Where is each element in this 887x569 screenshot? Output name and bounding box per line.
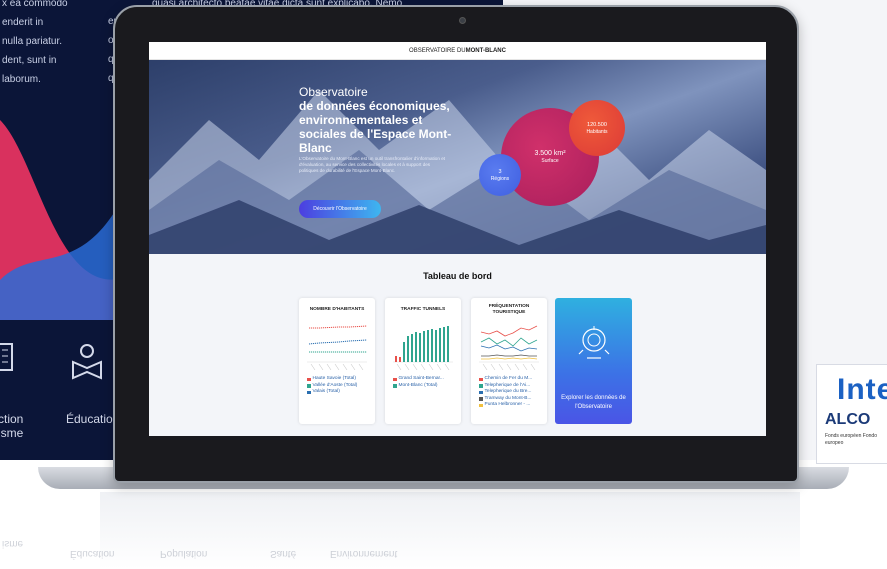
building-icon [0, 343, 13, 371]
stat-label: Habitants [586, 129, 608, 135]
data-search-icon [578, 326, 610, 359]
bg-line: nulla pariatur. [2, 36, 63, 47]
legend-label: Mont-Blanc (Total) [398, 382, 438, 388]
stat-bubble-habitants: 120.500 Habitants [569, 100, 625, 156]
hero-title-bold: de données économiques, environnementale… [299, 99, 452, 155]
card-frequentation[interactable]: FRÉQUENTATION TOURISTIQUE Chemin de Fer … [471, 298, 547, 424]
explore-data-label: Explorer les données de l'Observatoire [561, 395, 626, 410]
card-legend: Grand Saint-Bernar... Mont-Blanc (Total) [393, 376, 444, 389]
card-legend: Haute Savoie (Total) Vallée d'Aoste (Tot… [307, 376, 357, 396]
site-title-bold[interactable]: MONT-BLANC [466, 48, 506, 54]
explore-data-card[interactable]: Explorer les données de l'Observatoire [555, 298, 632, 424]
partner-logo: Inte ALCO Fonds européen Fondo europeo [816, 364, 887, 464]
card-title: TRAFFIC TUNNELS [400, 307, 446, 312]
reflection-label: isme [2, 538, 24, 549]
bg-label-action2: isme [0, 426, 24, 440]
reflection-label: Éducation [70, 548, 115, 559]
site-title-prefix[interactable]: OBSERVATOIRE DU [409, 48, 466, 54]
education-icon [72, 344, 102, 380]
stat-value: 3.500 km² [534, 150, 566, 157]
reflection-label: Environnement [330, 548, 398, 559]
reflection-label: Population [160, 548, 208, 559]
bg-line: laborum. [2, 74, 41, 85]
laptop-screen: OBSERVATOIRE DU MONT-BLANC Observatoire … [149, 42, 766, 436]
dashboard-section: Tableau de bord NOMBRE D'HABITANTS Haute… [149, 254, 766, 436]
hero-title: Observatoire de données économiques, env… [299, 85, 459, 156]
habitants-line-chart [307, 325, 368, 371]
traffic-bar-chart [393, 326, 453, 371]
stat-label: Surface [541, 158, 559, 164]
card-habitants[interactable]: NOMBRE D'HABITANTS Haute Savoie (Total) … [299, 298, 375, 424]
camera-icon [459, 17, 466, 24]
legend-item[interactable]: Valais (Total) [307, 389, 357, 396]
partner-logo-text: Inte [837, 373, 887, 406]
legend-item[interactable]: Punta Helbronner - ... [479, 402, 532, 409]
bg-line: dent, sunt in [2, 55, 57, 66]
discover-observatory-button[interactable]: Découvrir l'Observatoire [299, 200, 381, 218]
site-header: OBSERVATOIRE DU MONT-BLANC [149, 42, 766, 60]
partner-logo-caption: Fonds européen Fondo europeo [825, 433, 877, 446]
stat-bubble-regions: 3 Régions [479, 154, 521, 196]
legend-label: Punta Helbronner - ... [484, 402, 531, 407]
hero-title-light: Observatoire [299, 85, 368, 99]
dashboard-title: Tableau de bord [423, 271, 492, 281]
bg-line: enderit in [2, 17, 44, 28]
frequentation-line-chart [479, 325, 539, 371]
reflection-label: Santé [270, 548, 297, 559]
partner-logo-subtext: ALCO [825, 411, 871, 428]
bg-label-education: Éducation [66, 412, 120, 426]
legend-item[interactable]: Mont-Blanc (Total) [393, 383, 444, 390]
legend-label: Valais (Total) [312, 389, 340, 394]
card-title: FRÉQUENTATION TOURISTIQUE [488, 304, 530, 315]
card-title: NOMBRE D'HABITANTS [309, 307, 365, 312]
bg-line: x ea commodo [2, 0, 68, 9]
card-legend: Chemin de Fer du M... Telepherique de l'… [479, 376, 532, 409]
background-text-left: x ea commodo enderit in nulla pariatur. … [2, 0, 122, 89]
bg-label-action: ction [0, 412, 24, 426]
hero-section: Observatoire de données économiques, env… [149, 60, 766, 254]
stat-value: 120.500 [587, 122, 607, 128]
card-traffic-tunnels[interactable]: TRAFFIC TUNNELS Grand Saint-Bernar... Mo… [385, 298, 461, 424]
hero-description: L'Observatoire du Mont-Blanc est un outi… [299, 156, 446, 173]
stat-value: 3 [498, 169, 502, 175]
stat-label: Régions [490, 176, 510, 182]
